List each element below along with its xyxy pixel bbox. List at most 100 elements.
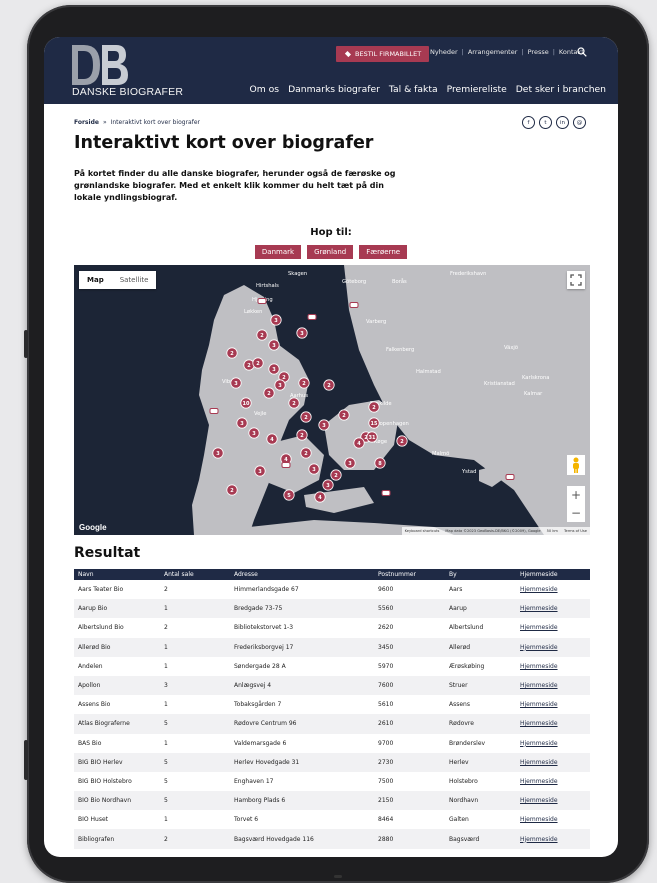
cell-website-link[interactable]: Hjemmeside — [516, 752, 590, 772]
cell-website-link[interactable]: Hjemmeside — [516, 657, 590, 676]
cell-hall-count: 1 — [164, 662, 168, 670]
cinema-pin-icon[interactable] — [381, 490, 391, 496]
cell-city: Bagsværd — [445, 829, 516, 849]
map-place-label: Hirtshals — [256, 283, 279, 289]
map-place-label: Løkken — [244, 309, 262, 315]
map-cluster-count: 3 — [278, 383, 282, 389]
search-icon[interactable] — [577, 47, 587, 57]
utility-link-arrangementer[interactable]: Arrangementer — [468, 48, 518, 56]
order-company-ticket-button[interactable]: BESTIL FIRMABILLET — [336, 46, 430, 62]
map-cluster-count: 15 — [371, 421, 378, 427]
cell-hall-count: 5 — [164, 777, 168, 785]
fullscreen-button[interactable] — [567, 271, 585, 289]
facebook-share-icon[interactable]: f — [522, 116, 535, 129]
nav-item-danmarks-biografer[interactable]: Danmarks biografer — [288, 84, 380, 95]
nav-item-premiereliste[interactable]: Premiereliste — [447, 84, 507, 95]
share-buttons: f t in @ — [522, 116, 586, 129]
map-place-label: Borås — [392, 278, 407, 285]
linkedin-share-icon[interactable]: in — [556, 116, 569, 129]
utility-separator: | — [552, 48, 555, 56]
column-header-antal-sale[interactable]: Antal sale — [160, 569, 230, 580]
jump-button-gronland[interactable]: Grønland — [307, 245, 354, 259]
cinema-map[interactable]: Göteborg Borås Växjö Karlskrona Malmö Ystad Hi… — [74, 265, 590, 535]
nav-item-om-os[interactable]: Om os — [250, 84, 280, 95]
map-cluster-count: 3 — [274, 318, 278, 324]
nav-item-det-sker[interactable]: Det sker i branchen — [516, 84, 606, 95]
zoom-out-button[interactable]: − — [571, 507, 581, 519]
map-place-label: Falkenberg — [386, 347, 414, 353]
intro-text: På kortet finder du alle danske biografe… — [74, 169, 396, 202]
cell-name: BIO Huset — [78, 816, 108, 824]
map-type-map-button[interactable]: Map — [79, 271, 112, 289]
cinema-pin-icon[interactable] — [349, 302, 359, 308]
column-header-by[interactable]: By — [445, 569, 516, 580]
cell-website-link[interactable]: Hjemmeside — [516, 637, 590, 657]
cell-website-link[interactable]: Hjemmeside — [516, 599, 590, 619]
utility-link-presse[interactable]: Presse — [528, 48, 549, 56]
map-cluster-count: 3 — [258, 469, 262, 475]
cell-website-link[interactable]: Hjemmeside — [516, 791, 590, 811]
email-share-icon[interactable]: @ — [573, 116, 586, 129]
google-logo: Google — [79, 523, 107, 532]
map-place-label: Vejle — [254, 411, 266, 417]
street-view-pegman[interactable] — [567, 455, 585, 475]
db-logo-icon[interactable] — [72, 45, 132, 85]
cinema-pin-icon[interactable] — [257, 298, 267, 304]
cell-address: Enghaven 17 — [234, 777, 274, 785]
cell-name: BAS Bio — [78, 739, 102, 747]
map-type-satellite-button[interactable]: Satellite — [112, 271, 157, 289]
cell-website-link[interactable]: Hjemmeside — [516, 695, 590, 714]
map-attribution: Keyboard shortcuts Map data ©2023 GeoBas… — [401, 527, 590, 535]
breadcrumb-current: Interaktivt kort over biografer — [110, 119, 200, 126]
utility-link-nyheder[interactable]: Nyheder — [430, 48, 458, 56]
cell-postal-code: 2150 — [374, 791, 445, 811]
cell-city: Assens — [449, 701, 470, 709]
cinema-pin-icon[interactable] — [307, 314, 317, 320]
cell-city: Brønderslev — [449, 739, 486, 747]
column-header-navn[interactable]: Navn — [74, 569, 160, 580]
cell-website-link[interactable]: Hjemmeside — [516, 580, 590, 599]
cell-website-link[interactable]: Hjemmeside — [516, 829, 590, 849]
cell-name: BIO Bio Nordhavn — [74, 791, 160, 811]
map-cluster-count: 4 — [318, 495, 322, 501]
cell-address: Hamborg Plads 6 — [230, 791, 374, 811]
cell-address: Søndergade 28 A — [234, 662, 286, 670]
map-place-label: Malmö — [432, 451, 449, 457]
keyboard-shortcuts-link[interactable]: Keyboard shortcuts — [405, 529, 440, 533]
cell-name: Allerød Bio — [74, 637, 160, 657]
column-header-hjemmeside[interactable]: Hjemmeside — [516, 569, 590, 580]
twitter-share-icon[interactable]: t — [539, 116, 552, 129]
jump-button-faeroerne[interactable]: Færøerne — [359, 245, 408, 259]
cell-city: Albertslund — [449, 624, 484, 632]
cell-website-link[interactable]: Hjemmeside — [516, 618, 590, 637]
order-company-ticket-label: BESTIL FIRMABILLET — [355, 50, 422, 58]
utility-separator: | — [521, 48, 524, 56]
cinema-pin-icon[interactable] — [281, 462, 291, 468]
cell-name: Andelen — [78, 662, 103, 670]
cell-website-link[interactable]: Hjemmeside — [516, 714, 590, 734]
cell-website-link[interactable]: Hjemmeside — [516, 734, 590, 753]
cinema-pin-icon[interactable] — [209, 408, 219, 414]
results-body: Aars Teater Bio 2 Himmerlandsgade 67 9600 Aa… — [74, 580, 590, 849]
map-cluster-count: 2 — [230, 351, 234, 357]
map-cluster-count: 2 — [260, 333, 264, 339]
zoom-in-button[interactable]: + — [571, 489, 581, 501]
breadcrumb-home[interactable]: Forside — [74, 119, 99, 126]
cell-address: Himmerlandsgade 67 — [234, 586, 299, 594]
nav-item-tal-fakta[interactable]: Tal & fakta — [389, 84, 438, 95]
column-header-postnummer[interactable]: Postnummer — [374, 569, 445, 580]
terms-of-use-link[interactable]: Terms of Use — [564, 529, 587, 533]
map-cluster-count: 2 — [247, 363, 251, 369]
table-row: Apollon 3 Anlægsvej 4 7600 Struer Hjemmeside — [74, 675, 590, 696]
map-type-control: Map Satellite — [79, 271, 157, 289]
breadcrumb: Forside » Interaktivt kort over biografe… — [74, 119, 200, 126]
cell-website-link[interactable]: Hjemmeside — [516, 675, 590, 696]
jump-button-danmark[interactable]: Danmark — [254, 245, 302, 259]
cell-website-link[interactable]: Hjemmeside — [516, 810, 590, 829]
column-header-adresse[interactable]: Adresse — [230, 569, 374, 580]
cell-website-link[interactable]: Hjemmeside — [516, 772, 590, 791]
cinema-pin-icon[interactable] — [505, 474, 515, 480]
cell-city: Herlev — [445, 752, 516, 772]
cell-hall-count: 2 — [164, 586, 168, 594]
cell-city: Ærøskøbing — [449, 662, 485, 670]
